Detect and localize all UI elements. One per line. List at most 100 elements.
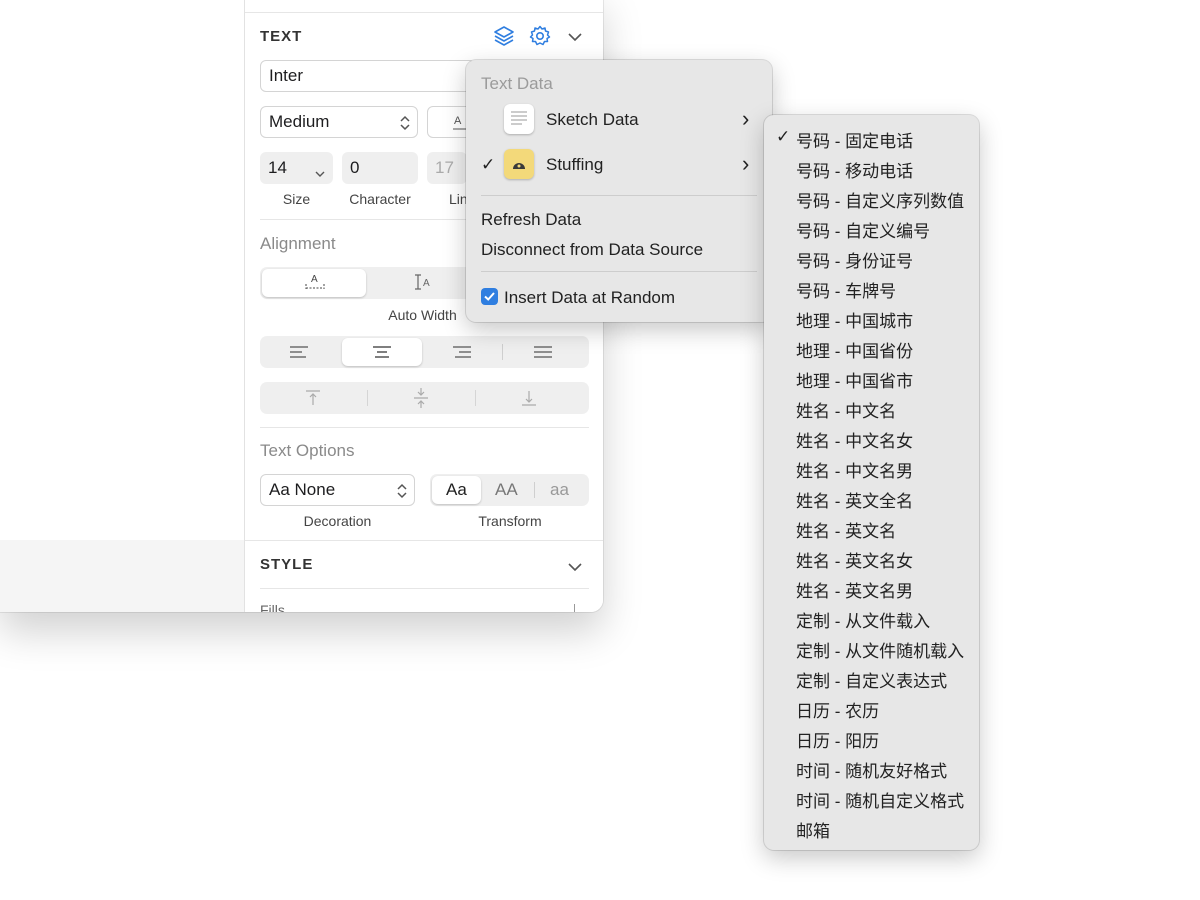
submenu-item[interactable]: 地理 - 中国城市	[796, 307, 913, 332]
submenu-item[interactable]: 地理 - 中国省市	[796, 367, 913, 392]
submenu-item[interactable]: 定制 - 从文件随机载入	[796, 637, 964, 662]
chevron-down-icon[interactable]	[567, 30, 583, 48]
transform-none-option[interactable]: Aa	[432, 476, 481, 504]
fixed-width-option[interactable]: A	[262, 269, 366, 297]
submenu-item[interactable]: 日历 - 阳历	[796, 727, 879, 752]
insert-random-label: Insert Data at Random	[504, 288, 676, 307]
character-spacing-field[interactable]: 0	[342, 152, 418, 184]
svg-text:A: A	[311, 274, 318, 285]
segment-divider	[502, 344, 503, 360]
segment-divider	[534, 482, 535, 498]
fills-title: Fills	[260, 602, 285, 612]
chevron-down-icon	[315, 163, 325, 183]
character-spacing-value: 0	[350, 158, 360, 177]
alignment-title: Alignment	[260, 234, 336, 253]
menu-item-stuffing[interactable]: ✓ Stuffing ›	[466, 145, 772, 185]
text-section-title: TEXT	[260, 28, 303, 45]
chevron-right-icon: ›	[742, 106, 750, 131]
submenu-item[interactable]: 号码 - 自定义编号	[796, 217, 930, 242]
chevron-right-icon: ›	[742, 151, 750, 176]
canvas-blank	[0, 0, 244, 540]
submenu-item[interactable]: 姓名 - 英文全名	[796, 487, 913, 512]
divider	[260, 427, 589, 428]
line-height-value: 17	[435, 158, 454, 177]
transform-lowercase-option[interactable]: aa	[550, 480, 569, 500]
auto-width-icon[interactable]: A	[412, 273, 434, 298]
menu-item-label: Stuffing	[546, 155, 604, 174]
submenu-item[interactable]: 号码 - 移动电话	[796, 157, 913, 182]
submenu-item[interactable]: 定制 - 自定义表达式	[796, 667, 947, 692]
divider	[245, 540, 603, 541]
font-size-field[interactable]: 14	[260, 152, 333, 184]
align-right-icon[interactable]	[452, 345, 472, 364]
font-family-value: Inter	[269, 66, 304, 85]
svg-text:A: A	[423, 278, 430, 289]
submenu-item[interactable]: 姓名 - 中文名	[796, 397, 896, 422]
submenu-item[interactable]: 定制 - 从文件载入	[796, 607, 930, 632]
font-size-value: 14	[268, 158, 287, 177]
submenu-item[interactable]: 号码 - 固定电话	[796, 127, 913, 152]
menu-separator	[481, 195, 757, 196]
align-left-icon[interactable]	[289, 345, 309, 364]
submenu-item[interactable]: 姓名 - 中文名女	[796, 427, 913, 452]
submenu-item[interactable]: 号码 - 车牌号	[796, 277, 896, 302]
transform-segmented: Aa AA aa	[430, 474, 589, 506]
data-menu: Text Data Sketch Data › ✓ Stuffing › Ref…	[466, 60, 772, 322]
align-bottom-icon[interactable]	[520, 389, 538, 412]
submenu-item[interactable]: 号码 - 自定义序列数值	[796, 187, 964, 212]
submenu-item[interactable]: 姓名 - 英文名男	[796, 577, 913, 602]
submenu-item[interactable]: 时间 - 随机友好格式	[796, 757, 947, 782]
submenu-item[interactable]: 姓名 - 中文名男	[796, 457, 913, 482]
stepper-chevrons-icon	[399, 114, 411, 137]
disconnect-data-item[interactable]: Disconnect from Data Source	[481, 240, 703, 260]
size-label: Size	[282, 191, 311, 207]
text-behavior-segmented: A A	[260, 267, 482, 299]
transform-label: Transform	[478, 513, 542, 529]
checkbox-checked-icon[interactable]	[481, 288, 498, 305]
align-middle-icon[interactable]	[412, 387, 430, 414]
font-weight-select[interactable]: Medium	[260, 106, 418, 138]
submenu-item[interactable]: 姓名 - 英文名女	[796, 547, 913, 572]
data-menu-header: Text Data	[481, 74, 553, 93]
add-fill-icon[interactable]	[574, 604, 575, 612]
horizontal-alignment-segmented	[260, 336, 589, 368]
stuffing-submenu: ✓ 号码 - 固定电话 号码 - 移动电话 号码 - 自定义序列数值 号码 - …	[764, 115, 979, 850]
segment-divider	[367, 390, 368, 406]
fixed-width-icon: A	[303, 272, 327, 299]
canvas-gray	[0, 540, 244, 612]
align-center-option[interactable]	[342, 338, 422, 366]
divider	[260, 588, 589, 589]
gear-icon[interactable]	[529, 25, 551, 52]
decoration-label: Decoration	[303, 513, 372, 529]
align-justify-icon[interactable]	[533, 345, 553, 364]
submenu-item[interactable]: 时间 - 随机自定义格式	[796, 787, 964, 812]
submenu-item[interactable]: 邮箱	[796, 817, 830, 842]
check-mark-icon: ✓	[481, 155, 496, 174]
font-weight-value: Medium	[269, 112, 330, 131]
transform-none-label: Aa	[446, 480, 467, 499]
layers-icon[interactable]	[493, 25, 515, 52]
vertical-alignment-segmented	[260, 382, 589, 414]
menu-separator	[481, 271, 757, 272]
stuffing-icon	[504, 149, 534, 179]
chevron-down-icon[interactable]	[567, 560, 583, 578]
submenu-item[interactable]: 号码 - 身份证号	[796, 247, 913, 272]
decoration-select[interactable]: Aa None	[260, 474, 415, 506]
segment-divider	[475, 390, 476, 406]
svg-text:A: A	[454, 115, 462, 127]
transform-uppercase-option[interactable]: AA	[495, 480, 518, 500]
line-height-field[interactable]: 17	[427, 152, 467, 184]
submenu-item[interactable]: 地理 - 中国省份	[796, 337, 913, 362]
font-family-field[interactable]: Inter	[260, 60, 475, 92]
menu-item-sketch-data[interactable]: Sketch Data ›	[466, 100, 772, 140]
decoration-value: Aa None	[269, 480, 336, 499]
align-top-icon[interactable]	[304, 389, 322, 412]
submenu-item[interactable]: 日历 - 农历	[796, 697, 879, 722]
refresh-data-item[interactable]: Refresh Data	[481, 210, 581, 230]
document-icon	[504, 104, 534, 134]
submenu-item[interactable]: 姓名 - 英文名	[796, 517, 896, 542]
insert-random-item[interactable]: Insert Data at Random	[466, 282, 772, 312]
stepper-chevrons-icon	[396, 482, 408, 505]
check-mark-icon: ✓	[776, 127, 791, 146]
menu-item-label: Sketch Data	[546, 110, 639, 129]
